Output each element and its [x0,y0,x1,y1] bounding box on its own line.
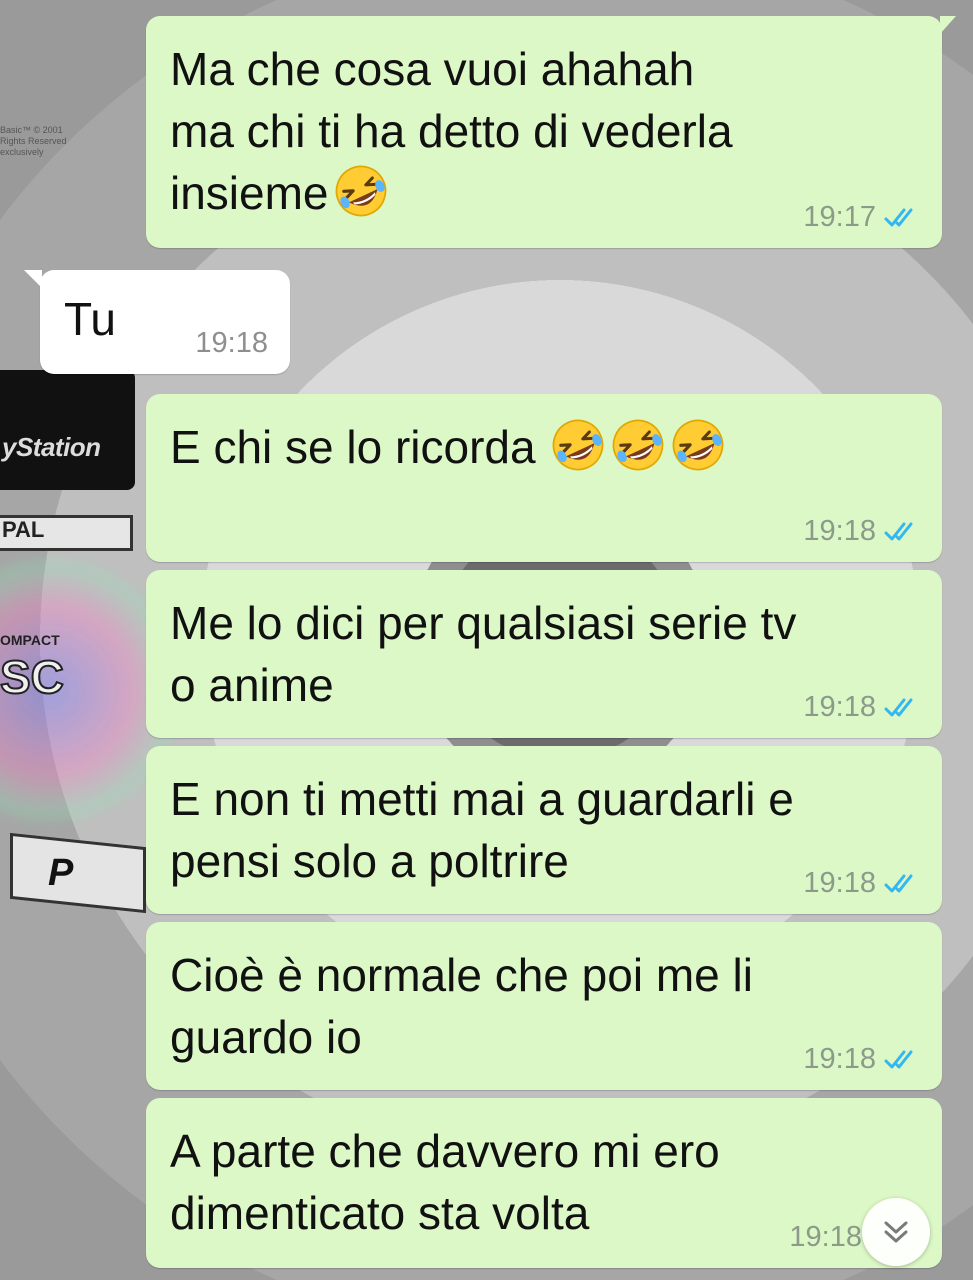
message-meta: 19:18 [803,1043,920,1076]
message-bubble-outgoing[interactable]: Me lo dici per qualsiasi serie tv o anim… [146,570,942,738]
message-meta: 19:18 [803,515,920,548]
playstation-logo-block [0,370,135,490]
bubble-tail [940,16,956,34]
message-time: 19:18 [195,327,268,359]
chevron-double-down-icon [884,1221,908,1243]
message-bubble-incoming[interactable]: Tu 19:18 [24,270,290,374]
rofl-emoji-icon [610,417,666,473]
message-meta: 19:18 [803,691,920,724]
message-meta: 19:17 [803,201,920,234]
message-meta: 19:18 [803,867,920,900]
rofl-emoji-icon [333,163,389,219]
message-meta: 19:18 [195,327,268,360]
bubble-tail [24,270,42,288]
disc-logo-text: SC [0,650,65,704]
p-label-box [10,832,146,914]
message-text: Ma che cosa vuoi ahahah ma chi ti ha det… [170,38,918,224]
read-ticks-icon [884,521,920,543]
p-label-letter: P [48,852,74,894]
message-bubble-outgoing[interactable]: Cioè è normale che poi me li guardo io 1… [146,922,942,1090]
message-bubble-outgoing[interactable]: E chi se lo ricorda 19:18 [146,394,942,562]
message-time: 19:18 [803,1043,876,1075]
message-time: 19:18 [803,515,876,547]
read-ticks-icon [884,207,920,229]
rofl-emoji-icon [550,417,606,473]
message-text: E chi se lo ricorda [170,416,918,478]
pal-label-text: PAL [2,517,45,542]
rofl-emoji-icon [670,417,726,473]
message-time: 19:18 [803,691,876,723]
message-time: 19:18 [803,867,876,899]
read-ticks-icon [884,697,920,719]
message-bubble-outgoing[interactable]: E non ti metti mai a guardarli e pensi s… [146,746,942,914]
compact-disc-text: OMPACT [0,632,60,648]
message-time: 19:18 [789,1221,862,1253]
message-time: 19:17 [803,201,876,233]
playstation-brand-text: yStation [2,432,101,462]
read-ticks-icon [884,1049,920,1071]
message-bubble-outgoing[interactable]: Ma che cosa vuoi ahahah ma chi ti ha det… [146,16,956,248]
message-meta: 19:18 [789,1221,862,1254]
message-bubble-outgoing[interactable]: A parte che davvero mi ero dimenticato s… [146,1098,942,1268]
scroll-to-bottom-button[interactable] [862,1198,930,1266]
read-ticks-icon [884,873,920,895]
disc-fine-print: Basic™ © 2001 Rights Reserved exclusivel… [0,125,67,157]
